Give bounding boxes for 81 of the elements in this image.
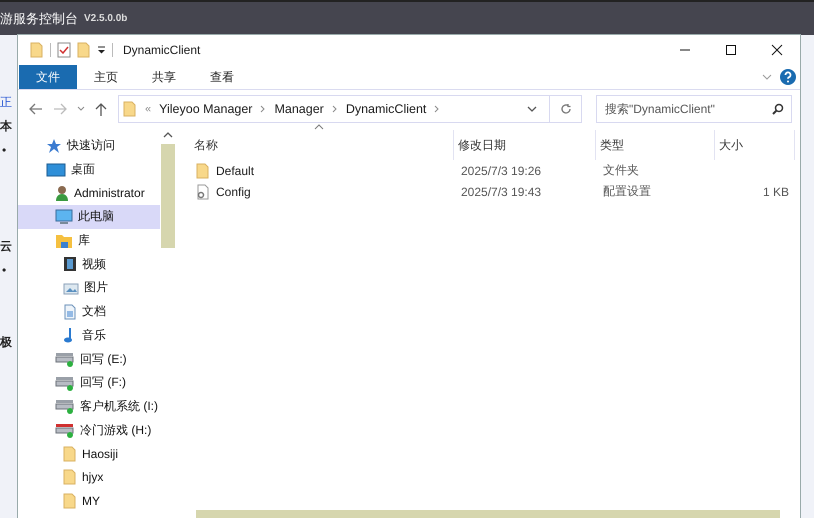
drive-icon <box>55 398 75 414</box>
refresh-icon <box>560 103 572 115</box>
ribbon-tab[interactable]: 文件 <box>19 65 77 89</box>
monitor-icon <box>55 208 73 225</box>
nav-item[interactable]: 桌面 <box>18 158 160 182</box>
scrollbar-thumb[interactable] <box>161 144 175 248</box>
nav-item[interactable]: 回写 (F:) <box>18 370 160 395</box>
nav-item[interactable]: 快速访问 <box>18 134 160 158</box>
app-title: 游服务控制台 <box>0 10 78 28</box>
sidebar-text: 本 <box>0 118 12 135</box>
scrollbar-thumb[interactable] <box>196 510 780 518</box>
table-cell-text: 1 KB <box>762 184 790 198</box>
chevron-icon[interactable] <box>434 105 440 113</box>
column-header[interactable]: 大小 <box>715 130 795 160</box>
nav-item[interactable]: 此电脑 <box>18 205 160 229</box>
window-title: DynamicClient <box>123 43 202 57</box>
nav-item[interactable]: 文档 <box>18 300 160 324</box>
sidebar-text: 云 <box>0 238 12 255</box>
dropdown-icon[interactable] <box>527 106 537 112</box>
search-icon[interactable] <box>772 103 784 115</box>
table-cell-text: 2025/7/3 19:26 <box>460 164 542 178</box>
drive-icon <box>55 351 75 368</box>
dropdown-icon[interactable] <box>97 46 106 54</box>
folder-icon <box>123 101 137 117</box>
table-cell-text: 配置设置 <box>602 183 652 200</box>
nav-item[interactable]: 回写 (E:) <box>18 347 160 371</box>
ribbon-tab[interactable]: 主页 <box>77 65 135 89</box>
nav-item[interactable]: MY <box>18 489 160 513</box>
file-name[interactable]: Config <box>216 184 251 198</box>
sidebar-text: • <box>1 262 6 279</box>
folder-icon <box>63 446 77 462</box>
properties-icon[interactable] <box>57 42 71 58</box>
settings-file-icon <box>196 184 210 200</box>
ribbon-tab[interactable]: 共享 <box>135 65 193 89</box>
overflow-chevron[interactable]: « <box>145 103 152 115</box>
table-cell-text: 文件夹 <box>602 162 640 179</box>
folder-icon <box>196 162 210 178</box>
film-icon <box>63 256 77 272</box>
breadcrumb[interactable]: DynamicClient <box>346 102 426 116</box>
ribbon-tab[interactable]: 查看 <box>193 65 251 89</box>
user-icon <box>55 185 69 202</box>
search-field[interactable]: 搜索"DynamicClient" <box>596 95 792 123</box>
breadcrumb[interactable]: Manager <box>274 102 324 116</box>
nav-item[interactable]: 视频 <box>18 252 160 276</box>
column-header[interactable]: 修改日期 <box>454 130 596 160</box>
nav-item[interactable]: 音乐 <box>18 324 160 348</box>
column-header[interactable]: 名称 <box>194 130 454 160</box>
minimize-icon <box>679 49 691 51</box>
desktop-icon <box>46 162 66 178</box>
help-icon[interactable] <box>780 69 796 85</box>
table-cell-text: 2025/7/3 19:43 <box>460 184 542 198</box>
folder-icon <box>30 42 44 58</box>
version-label: V2.5.0.0b <box>84 13 128 24</box>
folder-icon <box>63 469 77 486</box>
maximize-icon <box>725 44 737 56</box>
star-icon <box>46 138 62 154</box>
sidebar-text: 极 <box>0 334 12 351</box>
library-icon <box>55 232 73 249</box>
new-folder-icon <box>77 42 91 58</box>
chevron-icon[interactable] <box>260 105 266 113</box>
chevron-icon[interactable] <box>332 105 338 113</box>
nav-item[interactable]: hjyx <box>18 466 160 490</box>
document-icon <box>63 304 77 320</box>
drive-icon <box>55 374 75 391</box>
breadcrumb[interactable]: Yileyoo Manager <box>159 102 252 116</box>
sidebar-text: 正 <box>0 94 12 111</box>
drive-icon <box>55 422 75 438</box>
nav-item[interactable]: 图片 <box>18 276 160 300</box>
nav-item[interactable]: 库 <box>18 228 160 252</box>
nav-item[interactable]: 客户机系统 (I:) <box>18 394 160 418</box>
scroll-up-icon[interactable] <box>163 132 173 138</box>
address-bar[interactable]: « Yileyoo Manager Manager DynamicClient <box>118 95 582 123</box>
sidebar-text: • <box>1 142 6 159</box>
close-icon <box>771 44 783 56</box>
nav-item[interactable]: 冷门游戏 (H:) <box>18 418 160 442</box>
nav-item[interactable]: Haosiji <box>18 442 160 466</box>
file-name[interactable]: Default <box>216 164 254 178</box>
nav-item[interactable]: Administrator <box>18 181 160 206</box>
column-header[interactable]: 类型 <box>596 130 715 160</box>
folder-icon <box>63 493 77 510</box>
expand-ribbon-icon[interactable] <box>762 74 772 80</box>
